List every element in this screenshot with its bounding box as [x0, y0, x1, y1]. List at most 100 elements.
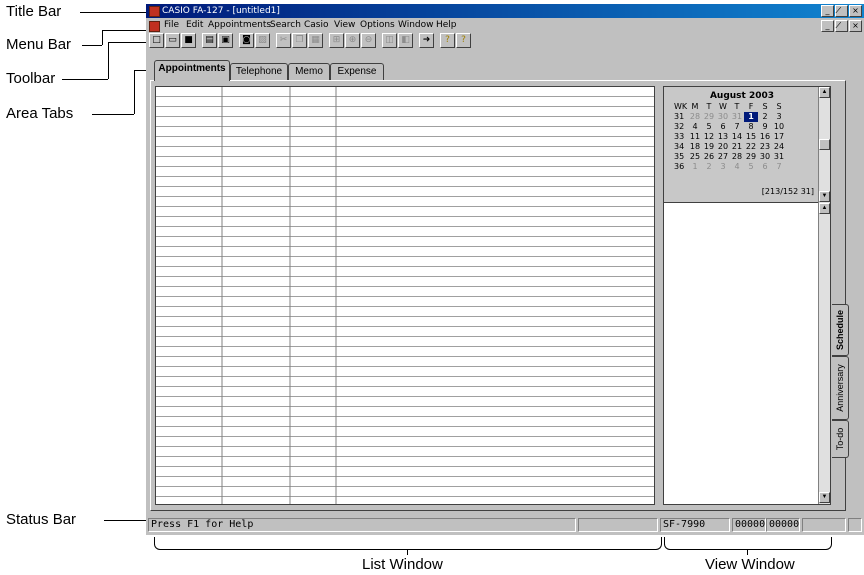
import-icon[interactable]: ◙ — [239, 33, 254, 48]
title-bar[interactable]: CASIO FA-127 - [untitled1] _ ̸ × — [146, 4, 864, 18]
mini-calendar[interactable]: August 2003 WK M T W T F S S 31 28 29 30 — [664, 87, 820, 203]
calendar-day[interactable]: 8 — [744, 122, 758, 132]
save-icon[interactable]: ■ — [181, 33, 196, 48]
callout-view-window: View Window — [705, 556, 795, 573]
menu-help[interactable]: Help — [436, 20, 457, 30]
calendar-day[interactable]: 4 — [730, 162, 744, 172]
calendar-day[interactable]: 30 — [758, 152, 772, 162]
cascade-icon[interactable]: ◫ — [382, 33, 397, 48]
menu-window[interactable]: Window — [398, 20, 434, 30]
calendar-day[interactable]: 24 — [772, 142, 786, 152]
paste-icon[interactable]: ▦ — [308, 33, 323, 48]
menu-edit[interactable]: Edit — [186, 20, 203, 30]
new-icon[interactable]: □ — [149, 33, 164, 48]
week-number: 35 — [674, 152, 685, 161]
view-window-bracket — [664, 537, 832, 550]
menu-casio[interactable]: Casio — [304, 20, 329, 30]
tab-anniversary[interactable]: Anniversary — [832, 356, 849, 420]
menu-appointments[interactable]: Appointments — [208, 20, 271, 30]
calendar-day[interactable]: 13 — [716, 132, 730, 142]
cut-icon[interactable]: ✂ — [276, 33, 291, 48]
tab-expense[interactable]: Expense — [330, 63, 384, 80]
calendar-day[interactable]: 23 — [758, 142, 772, 152]
calendar-day[interactable]: 6 — [716, 122, 730, 132]
open-icon[interactable]: ▭ — [165, 33, 180, 48]
calendar-day[interactable]: 21 — [730, 142, 744, 152]
doc-minimize-button[interactable]: _ — [821, 20, 834, 32]
maximize-button[interactable]: ̸ — [835, 5, 848, 17]
doc-maximize-button[interactable]: ̸ — [835, 20, 848, 32]
calendar-header: S — [776, 102, 782, 111]
menu-search[interactable]: Search — [270, 20, 301, 30]
calendar-day[interactable]: 26 — [702, 152, 716, 162]
calendar-day[interactable]: 5 — [702, 122, 716, 132]
scroll-up-arrow-icon[interactable]: ▲ — [819, 203, 830, 214]
calendar-day[interactable]: 6 — [758, 162, 772, 172]
help-icon[interactable]: ? — [440, 33, 455, 48]
menu-file[interactable]: File — [164, 20, 179, 30]
calendar-day[interactable]: 25 — [688, 152, 702, 162]
calendar-day[interactable]: 3 — [772, 112, 786, 122]
scroll-up-arrow-icon[interactable]: ▲ — [819, 87, 830, 98]
calendar-day[interactable]: 31 — [730, 112, 744, 122]
tab-memo[interactable]: Memo — [288, 63, 330, 80]
print-icon[interactable]: ▤ — [202, 33, 217, 48]
find-icon[interactable]: ⊞ — [329, 33, 344, 48]
tab-to-do[interactable]: To-do — [832, 420, 849, 458]
list-window[interactable] — [155, 86, 655, 505]
callout-area-tabs-line-2 — [134, 70, 135, 114]
calendar-day[interactable]: 2 — [758, 112, 772, 122]
calendar-day[interactable]: 20 — [716, 142, 730, 152]
doc-close-button[interactable]: × — [849, 20, 862, 32]
view-scrollbar[interactable]: ▲ ▼ ▲ ▼ — [818, 87, 830, 504]
calendar-day[interactable]: 31 — [772, 152, 786, 162]
status-counter-1: 00000 — [732, 518, 766, 532]
calendar-day[interactable]: 19 — [702, 142, 716, 152]
calendar-day[interactable]: 22 — [744, 142, 758, 152]
calendar-day[interactable]: 17 — [772, 132, 786, 142]
calendar-day[interactable]: 11 — [688, 132, 702, 142]
calendar-day[interactable]: 16 — [758, 132, 772, 142]
tab-schedule[interactable]: Schedule — [832, 304, 849, 356]
print-preview-icon[interactable]: ▣ — [218, 33, 233, 48]
calendar-day[interactable]: 10 — [772, 122, 786, 132]
calendar-day[interactable]: 28 — [688, 112, 702, 122]
calendar-day[interactable]: 14 — [730, 132, 744, 142]
scroll-down-arrow-icon[interactable]: ▼ — [819, 492, 830, 503]
calendar-day[interactable]: 5 — [744, 162, 758, 172]
calendar-day[interactable]: 9 — [758, 122, 772, 132]
calendar-day[interactable]: 2 — [702, 162, 716, 172]
calendar-day[interactable]: 27 — [716, 152, 730, 162]
calendar-day[interactable]: 7 — [730, 122, 744, 132]
context-help-icon[interactable]: ? — [456, 33, 471, 48]
calendar-day[interactable]: 7 — [772, 162, 786, 172]
transfer-icon[interactable]: ➜ — [419, 33, 434, 48]
zoom-out-icon[interactable]: ⊖ — [361, 33, 376, 48]
calendar-day[interactable]: 15 — [744, 132, 758, 142]
calendar-day[interactable]: 4 — [688, 122, 702, 132]
calendar-range: [213/152 31] — [761, 187, 814, 196]
zoom-in-icon[interactable]: ⊕ — [345, 33, 360, 48]
document-icon[interactable] — [149, 21, 160, 32]
calendar-day[interactable]: 29 — [744, 152, 758, 162]
export-icon[interactable]: ▨ — [255, 33, 270, 48]
menu-options[interactable]: Options — [360, 20, 395, 30]
calendar-day[interactable]: 1 — [688, 162, 702, 172]
app-icon[interactable] — [149, 6, 160, 17]
calendar-day[interactable]: 30 — [716, 112, 730, 122]
calendar-day[interactable]: 18 — [688, 142, 702, 152]
scroll-down-arrow-icon[interactable]: ▼ — [819, 191, 830, 202]
minimize-button[interactable]: _ — [821, 5, 834, 17]
calendar-day[interactable]: 3 — [716, 162, 730, 172]
calendar-day[interactable]: 29 — [702, 112, 716, 122]
tab-telephone[interactable]: Telephone — [230, 63, 288, 80]
calendar-day-selected[interactable]: 1 — [744, 112, 758, 122]
close-button[interactable]: × — [849, 5, 862, 17]
tile-icon[interactable]: ◧ — [398, 33, 413, 48]
scroll-thumb[interactable] — [819, 139, 830, 150]
calendar-day[interactable]: 12 — [702, 132, 716, 142]
tab-appointments[interactable]: Appointments — [154, 60, 230, 81]
calendar-day[interactable]: 28 — [730, 152, 744, 162]
menu-view[interactable]: View — [334, 20, 355, 30]
copy-icon[interactable]: ❐ — [292, 33, 307, 48]
